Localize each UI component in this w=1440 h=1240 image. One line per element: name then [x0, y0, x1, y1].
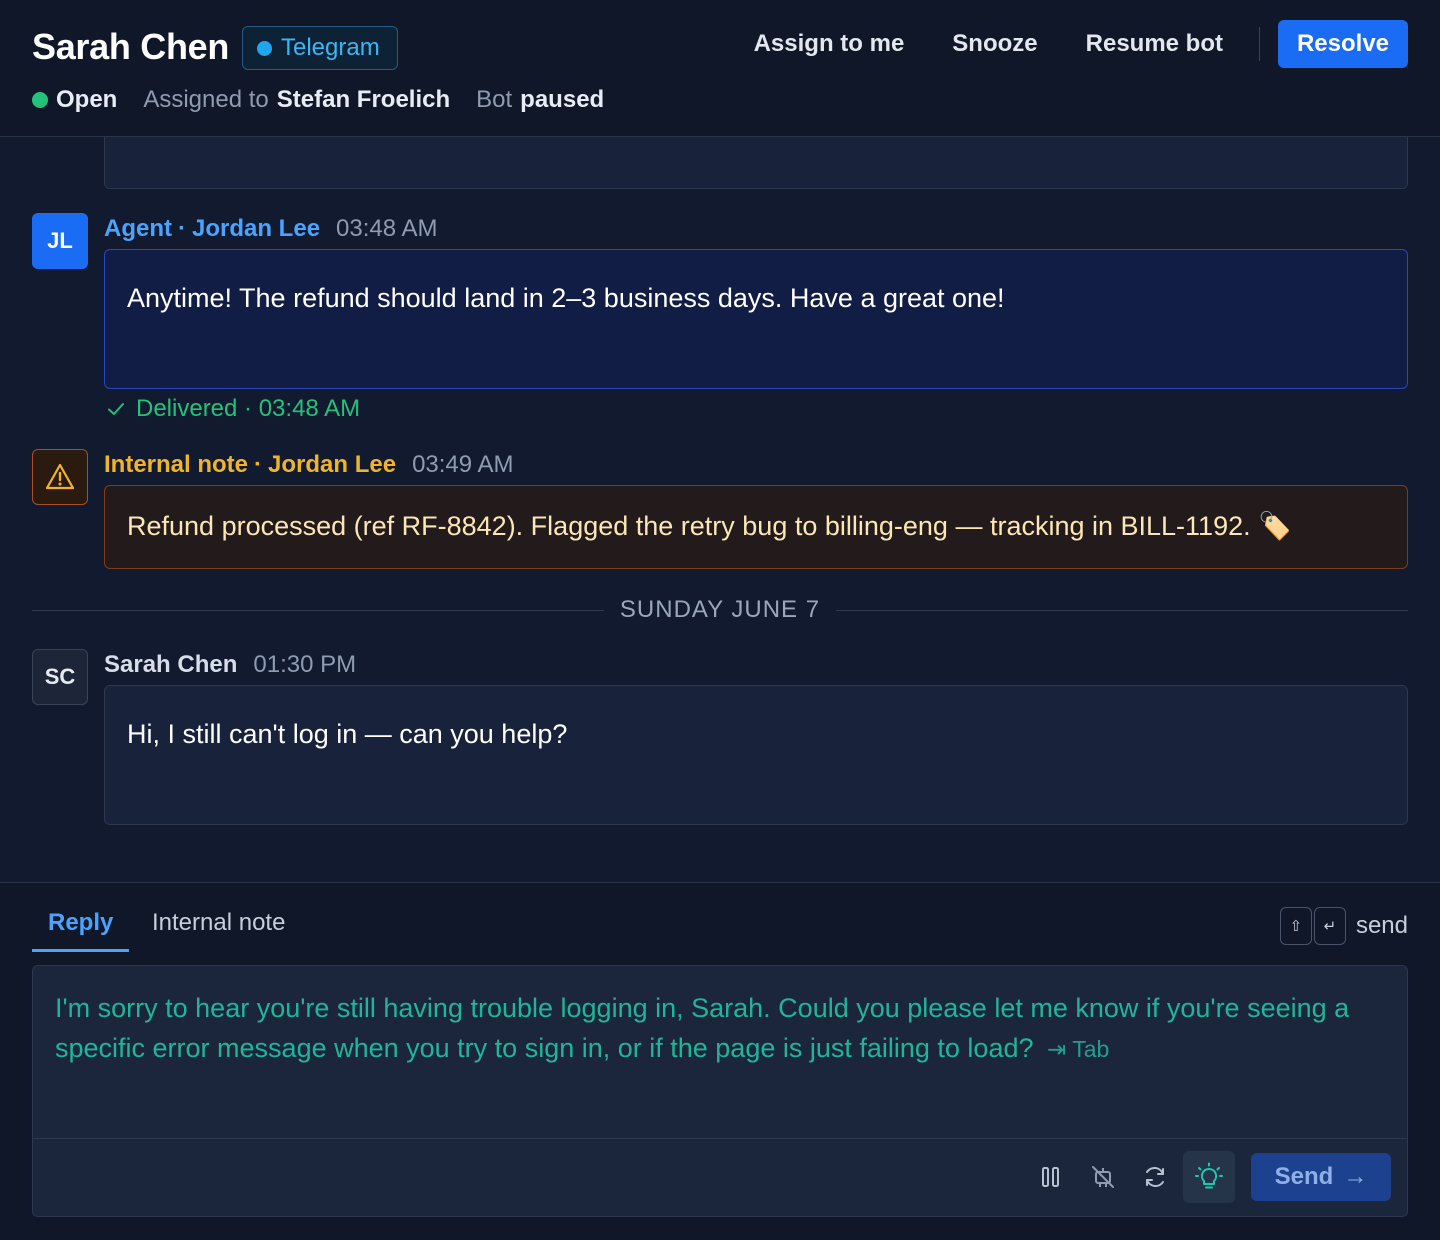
divider-line: [32, 609, 604, 611]
contact-name: Sarah Chen: [32, 26, 230, 67]
channel-label: Telegram: [281, 34, 380, 61]
note-author: Jordan Lee: [268, 451, 397, 478]
editor-toolbar: Send →: [33, 1138, 1407, 1216]
check-icon: [108, 403, 124, 415]
channel-badge: Telegram: [242, 26, 398, 70]
reply-editor[interactable]: I'm sorry to hear you're still having tr…: [32, 965, 1408, 1217]
meta-separator: ·: [178, 215, 186, 242]
avatar-customer: SC: [32, 649, 88, 705]
assignee-name: Stefan Froelich: [276, 86, 451, 113]
warning-icon: [45, 463, 75, 490]
resume-bot-button[interactable]: Resume bot: [1086, 30, 1223, 58]
shortcut-label: send: [1355, 912, 1408, 939]
date-divider: SUNDAY JUNE 7: [32, 595, 1409, 625]
status-dot-icon: [32, 92, 48, 108]
delivery-status: Delivered · 03:48 AM: [106, 395, 360, 423]
agent-message-time: 03:48 AM: [336, 215, 438, 242]
refresh-icon[interactable]: [1129, 1151, 1181, 1203]
status-row: Open Assigned to Stefan Froelich Bot pau…: [32, 86, 604, 114]
resolve-button[interactable]: Resolve: [1278, 20, 1408, 68]
header-divider: [1259, 27, 1260, 61]
send-label: Send: [1274, 1163, 1334, 1190]
internal-note-meta: Internal note · Jordan Lee 03:49 AM: [104, 451, 513, 479]
assign-to-me-button[interactable]: Assign to me: [754, 30, 905, 58]
composer: Reply Internal note ⇧ ↵ send I'm sorry t…: [0, 882, 1440, 1240]
note-time: 03:49 AM: [412, 451, 514, 478]
send-shortcut-hint: ⇧ ↵ send: [1279, 907, 1408, 945]
enter-key-icon: ↵: [1313, 907, 1346, 945]
divider-line: [836, 609, 1409, 611]
snooze-button[interactable]: Snooze: [952, 30, 1037, 58]
customer-message-meta: Sarah Chen 01:30 PM: [104, 651, 356, 679]
lightbulb-icon[interactable]: [1183, 1151, 1235, 1203]
customer-message-time: 01:30 PM: [253, 651, 357, 678]
date-label: SUNDAY JUNE 7: [619, 596, 821, 623]
tab-accept-hint: ⇥ Tab: [1047, 1036, 1110, 1062]
draft-suggestion: I'm sorry to hear you're still having tr…: [55, 993, 1350, 1063]
assigned-prefix: Assigned to: [143, 86, 269, 113]
header-actions: Assign to me Snooze Resume bot Resolve: [754, 20, 1408, 68]
bot-off-icon[interactable]: [1077, 1151, 1129, 1203]
agent-message-bubble: Anytime! The refund should land in 2–3 b…: [104, 249, 1408, 389]
bot-prefix: Bot: [476, 86, 513, 113]
shift-key-icon: ⇧: [1279, 907, 1312, 945]
pause-icon[interactable]: [1025, 1151, 1077, 1203]
tab-reply[interactable]: Reply: [32, 909, 130, 952]
send-button[interactable]: Send →: [1251, 1153, 1391, 1201]
delivered-label: Delivered · 03:48 AM: [136, 395, 361, 422]
message-list[interactable]: JL Agent · Jordan Lee 03:48 AM Anytime! …: [0, 137, 1440, 882]
meta-separator: ·: [254, 451, 263, 478]
ai-suggestion-text[interactable]: I'm sorry to hear you're still having tr…: [55, 988, 1375, 1069]
tab-internal-note[interactable]: Internal note: [136, 909, 301, 949]
customer-message-bubble: Hi, I still can't log in — can you help?: [104, 685, 1408, 825]
agent-message-meta: Agent · Jordan Lee 03:48 AM: [104, 215, 437, 243]
arrow-right-icon: →: [1343, 1163, 1368, 1190]
previous-message-bubble: [104, 137, 1408, 189]
customer-author: Sarah Chen: [104, 651, 238, 678]
agent-author: Jordan Lee: [192, 215, 321, 242]
note-role: Internal note: [104, 451, 249, 478]
avatar-agent: JL: [32, 213, 88, 269]
status-state: Open: [56, 86, 118, 113]
channel-dot-icon: [257, 40, 272, 56]
bot-state: paused: [520, 86, 605, 113]
internal-note-avatar: [32, 449, 88, 505]
internal-note-bubble: Refund processed (ref RF-8842). Flagged …: [104, 485, 1408, 569]
agent-role: Agent: [104, 215, 172, 242]
conversation-header: Sarah Chen Telegram Assign to me Snooze …: [0, 0, 1440, 137]
